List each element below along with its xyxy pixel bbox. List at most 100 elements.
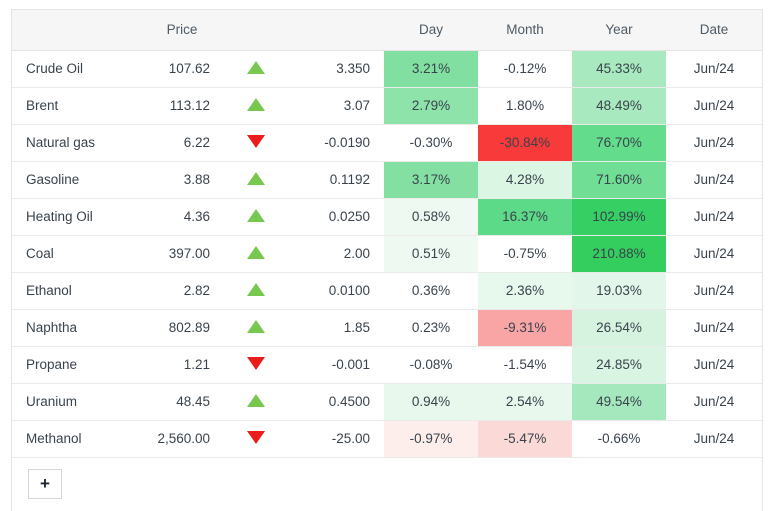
cell-direction [224,420,288,458]
table-body: Crude Oil 107.62 3.350 3.21% -0.12% 45.33% Jun… [12,50,762,458]
cell-commodity-name[interactable]: Propane [12,346,140,384]
cell-change: 0.1192 [288,161,384,199]
arrow-up-icon [247,208,265,222]
cell-commodity-name[interactable]: Brent [12,87,140,125]
cell-year-change: 24.85% [572,346,666,384]
column-header-month[interactable]: Month [478,10,572,51]
table-row[interactable]: Natural gas 6.22 -0.0190 -0.30% -30.84% 76.70… [12,124,762,162]
cell-month-change: -5.47% [478,420,572,458]
cell-month-change: 16.37% [478,198,572,236]
cell-year-change: 210.88% [572,235,666,273]
cell-year-change: 48.49% [572,87,666,125]
cell-day-change: 0.51% [384,235,478,273]
cell-year-change: 45.33% [572,50,666,88]
cell-change: 0.4500 [288,383,384,421]
cell-month-change: -9.31% [478,309,572,347]
arrow-up-icon [247,97,265,111]
column-header-day[interactable]: Day [384,10,478,51]
cell-price: 48.45 [140,383,224,421]
cell-date: Jun/24 [666,161,762,199]
cell-direction [224,161,288,199]
table-row[interactable]: Gasoline 3.88 0.1192 3.17% 4.28% 71.60% Jun/24 [12,161,762,199]
commodities-panel-root: Price Day Month Year Date Crude Oil 107.6… [0,0,774,511]
table-row[interactable]: Brent 113.12 3.07 2.79% 1.80% 48.49% Jun/24 [12,87,762,125]
cell-price: 113.12 [140,87,224,125]
commodities-table-panel: Price Day Month Year Date Crude Oil 107.6… [11,9,763,511]
cell-commodity-name[interactable]: Naphtha [12,309,140,347]
cell-year-change: 102.99% [572,198,666,236]
cell-change: -25.00 [288,420,384,458]
cell-price: 107.62 [140,50,224,88]
cell-date: Jun/24 [666,235,762,273]
cell-year-change: 76.70% [572,124,666,162]
column-header-date[interactable]: Date [666,10,762,51]
table-row[interactable]: Ethanol 2.82 0.0100 0.36% 2.36% 19.03% Jun/24 [12,272,762,310]
arrow-up-icon [247,60,265,74]
table-row[interactable]: Naphtha 802.89 1.85 0.23% -9.31% 26.54% Jun/24 [12,309,762,347]
cell-direction [224,346,288,384]
table-row[interactable]: Uranium 48.45 0.4500 0.94% 2.54% 49.54% Jun/24 [12,383,762,421]
cell-change: -0.0190 [288,124,384,162]
cell-month-change: 2.54% [478,383,572,421]
cell-commodity-name[interactable]: Methanol [12,420,140,458]
cell-commodity-name[interactable]: Uranium [12,383,140,421]
cell-date: Jun/24 [666,420,762,458]
cell-commodity-name[interactable]: Natural gas [12,124,140,162]
cell-month-change: -0.75% [478,235,572,273]
cell-change: 3.07 [288,87,384,125]
cell-day-change: 0.23% [384,309,478,347]
arrow-up-icon [247,171,265,185]
cell-day-change: -0.08% [384,346,478,384]
arrow-down-icon [247,356,265,370]
table-row[interactable]: Propane 1.21 -0.001 -0.08% -1.54% 24.85% Jun/2… [12,346,762,384]
cell-price: 397.00 [140,235,224,273]
table-row[interactable]: Heating Oil 4.36 0.0250 0.58% 16.37% 102.99% J… [12,198,762,236]
cell-month-change: -1.54% [478,346,572,384]
table-row[interactable]: Crude Oil 107.62 3.350 3.21% -0.12% 45.33% Jun… [12,50,762,88]
cell-price: 3.88 [140,161,224,199]
cell-commodity-name[interactable]: Gasoline [12,161,140,199]
cell-day-change: 3.17% [384,161,478,199]
cell-price: 2.82 [140,272,224,310]
column-header-year[interactable]: Year [572,10,666,51]
cell-date: Jun/24 [666,87,762,125]
cell-day-change: -0.97% [384,420,478,458]
cell-commodity-name[interactable]: Ethanol [12,272,140,310]
cell-change: 3.350 [288,50,384,88]
table-row[interactable]: Methanol 2,560.00 -25.00 -0.97% -5.47% -0.66%… [12,420,762,458]
arrow-up-icon [247,282,265,296]
table-header-row: Price Day Month Year Date [12,10,762,51]
cell-year-change: -0.66% [572,420,666,458]
table-row[interactable]: Coal 397.00 2.00 0.51% -0.75% 210.88% Jun/24 [12,235,762,273]
cell-date: Jun/24 [666,124,762,162]
cell-commodity-name[interactable]: Crude Oil [12,50,140,88]
cell-day-change: 2.79% [384,87,478,125]
cell-date: Jun/24 [666,346,762,384]
cell-price: 802.89 [140,309,224,347]
cell-date: Jun/24 [666,383,762,421]
add-row-button[interactable]: + [28,468,62,499]
cell-change: 2.00 [288,235,384,273]
column-header-name[interactable] [12,10,140,51]
cell-commodity-name[interactable]: Heating Oil [12,198,140,236]
cell-date: Jun/24 [666,309,762,347]
column-header-price[interactable]: Price [140,10,224,51]
arrow-up-icon [247,393,265,407]
table-header: Price Day Month Year Date [12,10,762,51]
cell-change: 1.85 [288,309,384,347]
cell-month-change: 2.36% [478,272,572,310]
cell-year-change: 26.54% [572,309,666,347]
cell-month-change: 1.80% [478,87,572,125]
cell-direction [224,87,288,125]
cell-price: 4.36 [140,198,224,236]
cell-price: 1.21 [140,346,224,384]
column-header-arrow[interactable] [224,10,288,51]
cell-year-change: 71.60% [572,161,666,199]
cell-date: Jun/24 [666,50,762,88]
cell-commodity-name[interactable]: Coal [12,235,140,273]
cell-price: 2,560.00 [140,420,224,458]
cell-date: Jun/24 [666,198,762,236]
column-header-change[interactable] [288,10,384,51]
cell-day-change: 0.58% [384,198,478,236]
cell-change: -0.001 [288,346,384,384]
